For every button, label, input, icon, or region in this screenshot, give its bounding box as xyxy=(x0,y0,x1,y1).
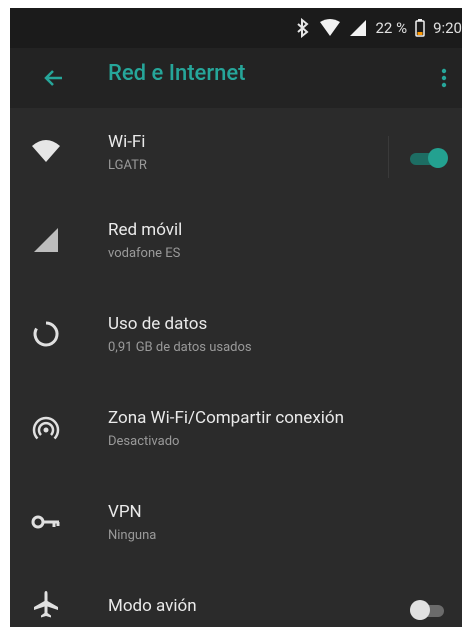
list-item-vpn[interactable]: VPN Ninguna xyxy=(10,478,462,566)
wifi-network-name: LGATR xyxy=(108,158,147,174)
airplane-title: Modo avión xyxy=(108,596,197,616)
more-options-icon[interactable] xyxy=(438,66,450,90)
list-item-airplane-mode[interactable]: Modo avión xyxy=(10,566,462,627)
wifi-title: Wi-Fi xyxy=(108,132,146,152)
wifi-text: Wi-Fi LGATR xyxy=(108,132,147,173)
data-usage-icon xyxy=(30,318,62,350)
page-title: Red e Internet xyxy=(108,61,246,86)
wifi-icon xyxy=(30,136,62,168)
data-usage-title: Uso de datos xyxy=(108,314,208,334)
mobile-operator: vodafone ES xyxy=(108,246,181,262)
hotspot-title: Zona Wi-Fi/Compartir conexión xyxy=(108,408,344,428)
battery-icon xyxy=(415,19,425,37)
toggle-thumb xyxy=(428,148,448,168)
list-item-mobile-network[interactable]: Red móvil vodafone ES xyxy=(10,196,462,284)
list-item-wifi[interactable]: Wi-Fi LGATR xyxy=(10,108,462,196)
data-usage-amount: 0,91 GB de datos usados xyxy=(108,340,252,356)
settings-screen: 22 % 9:20 Red e Internet Wi-Fi LGATR Red… xyxy=(0,0,462,627)
status-bar: 22 % 9:20 xyxy=(10,8,462,48)
status-icons: 22 % 9:20 xyxy=(295,18,462,38)
vpn-title: VPN xyxy=(108,502,142,522)
data-usage-text: Uso de datos 0,91 GB de datos usados xyxy=(108,314,252,355)
back-arrow-icon[interactable] xyxy=(40,64,68,92)
hotspot-icon xyxy=(30,412,62,444)
wifi-toggle[interactable] xyxy=(410,148,448,168)
cell-signal-icon xyxy=(349,19,367,37)
airplane-icon xyxy=(30,588,62,620)
divider xyxy=(388,136,389,178)
bluetooth-icon xyxy=(295,18,311,38)
vpn-text: VPN Ninguna xyxy=(108,502,156,543)
mobile-network-title: Red móvil xyxy=(108,220,183,240)
key-icon xyxy=(30,506,62,538)
status-time: 9:20 xyxy=(433,19,462,37)
toggle-thumb xyxy=(410,600,430,620)
airplane-text: Modo avión xyxy=(108,596,197,616)
hotspot-text: Zona Wi-Fi/Compartir conexión Desactivad… xyxy=(108,408,344,449)
wifi-signal-icon xyxy=(319,19,341,37)
mobile-network-text: Red móvil vodafone ES xyxy=(108,220,182,261)
hotspot-status: Desactivado xyxy=(108,434,180,450)
vpn-status: Ninguna xyxy=(108,528,157,544)
cell-signal-icon xyxy=(30,224,62,256)
battery-percent: 22 % xyxy=(375,19,408,37)
settings-list: Wi-Fi LGATR Red móvil vodafone ES Uso de… xyxy=(10,108,462,627)
app-toolbar: Red e Internet xyxy=(10,48,462,108)
list-item-data-usage[interactable]: Uso de datos 0,91 GB de datos usados xyxy=(10,290,462,378)
list-item-hotspot[interactable]: Zona Wi-Fi/Compartir conexión Desactivad… xyxy=(10,384,462,472)
airplane-toggle[interactable] xyxy=(410,600,448,620)
